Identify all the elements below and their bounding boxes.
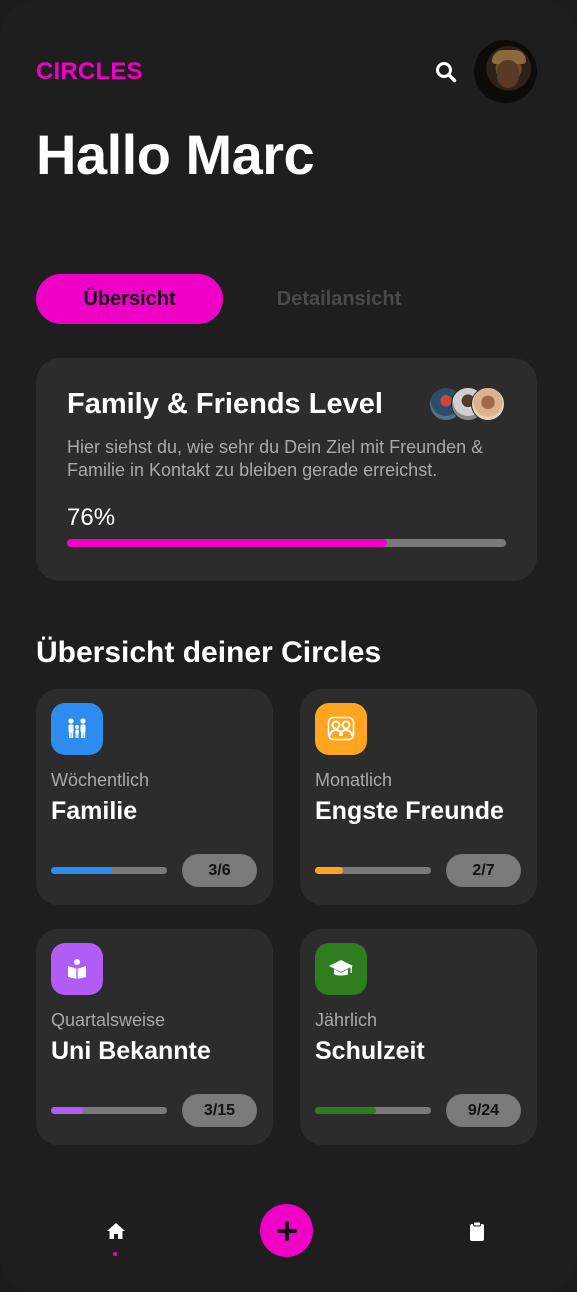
friend-avatar-3 — [471, 387, 505, 421]
circle-count-badge: 3/15 — [182, 1094, 257, 1127]
level-description: Hier siehst du, wie sehr du Dein Ziel mi… — [67, 437, 484, 480]
circle-name: Engste Freunde — [315, 797, 504, 825]
clipboard-icon[interactable] — [464, 1218, 490, 1244]
tab-uebersicht[interactable]: Übersicht — [36, 274, 223, 324]
circle-frequency: Quartalsweise — [51, 1010, 166, 1030]
circle-progress-fill — [315, 1107, 377, 1114]
circle-card-engste-freunde[interactable]: Monatlich Engste Freunde 2/7 — [300, 689, 537, 905]
brand-logo: CIRCLES — [36, 58, 143, 85]
greeting-title: Hallo Marc — [36, 123, 315, 186]
circle-progress-bar — [51, 1107, 167, 1114]
active-nav-indicator — [113, 1252, 117, 1256]
circle-card-uni-bekannte[interactable]: Quartalsweise Uni Bekannte 3/15 — [36, 929, 273, 1145]
circle-count-badge: 3/6 — [182, 854, 257, 887]
circle-frequency: Jährlich — [315, 1010, 378, 1030]
avatar[interactable] — [474, 40, 537, 103]
circle-progress-bar — [51, 867, 167, 874]
add-circle-button[interactable] — [260, 1204, 313, 1257]
circle-progress-fill — [51, 867, 113, 874]
friends-icon — [315, 703, 367, 755]
circle-name: Uni Bekannte — [51, 1037, 211, 1065]
circle-progress-bar — [315, 1107, 431, 1114]
plus-icon — [276, 1220, 297, 1241]
circle-name: Schulzeit — [315, 1037, 425, 1065]
book-icon — [51, 943, 103, 995]
level-progress-bar — [67, 539, 506, 547]
level-progress-fill — [67, 539, 388, 547]
level-percentage: 76% — [67, 504, 116, 531]
circle-progress-fill — [51, 1107, 84, 1114]
friends-avatar-stack — [429, 387, 509, 421]
circle-name: Familie — [51, 797, 138, 825]
level-title: Family & Friends Level — [67, 388, 383, 420]
level-card: Family & Friends Level Hier siehst du, w… — [36, 358, 537, 581]
tab-detailansicht[interactable]: Detailansicht — [250, 274, 428, 324]
circle-frequency: Wöchentlich — [51, 770, 150, 790]
circle-card-schulzeit[interactable]: Jährlich Schulzeit 9/24 — [300, 929, 537, 1145]
circles-section-title: Übersicht deiner Circles — [36, 636, 382, 669]
app-screen: CIRCLES Hallo Marc Übersicht Detailansic… — [0, 0, 577, 1292]
circle-progress-bar — [315, 867, 431, 874]
circle-count-badge: 9/24 — [446, 1094, 521, 1127]
avatar-face — [497, 60, 519, 88]
graduation-cap-icon — [315, 943, 367, 995]
circle-progress-fill — [315, 867, 343, 874]
circle-frequency: Monatlich — [315, 770, 393, 790]
search-icon[interactable] — [432, 58, 460, 86]
circle-count-badge: 2/7 — [446, 854, 521, 887]
circle-card-familie[interactable]: Wöchentlich Familie 3/6 — [36, 689, 273, 905]
family-icon — [51, 703, 103, 755]
home-icon[interactable] — [103, 1218, 129, 1244]
